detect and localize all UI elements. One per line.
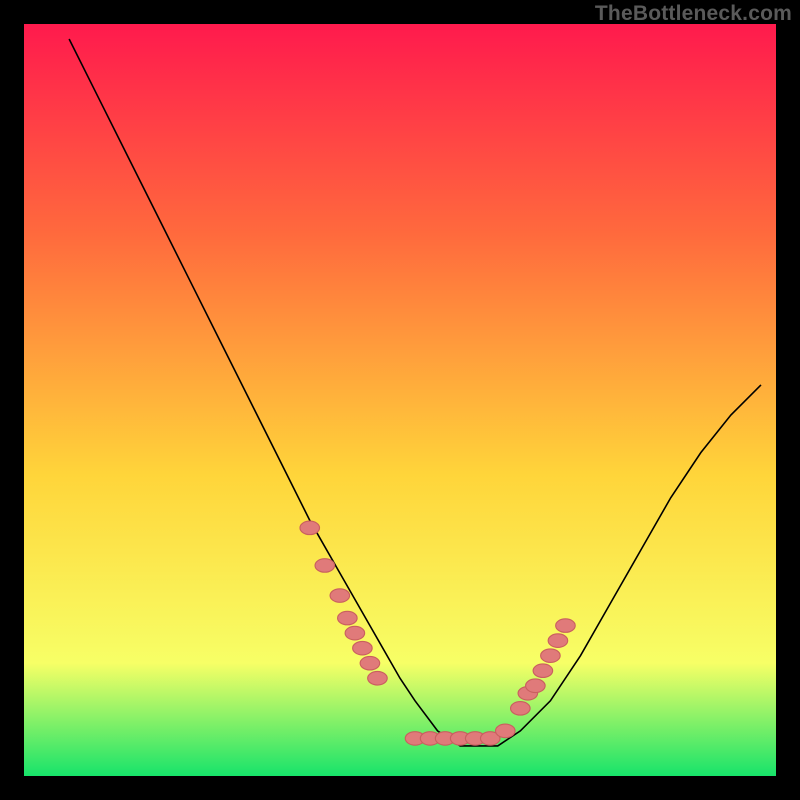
marker-left-cluster bbox=[353, 641, 373, 655]
marker-right-cluster bbox=[548, 634, 568, 648]
marker-right-cluster bbox=[511, 702, 531, 716]
marker-left-cluster bbox=[330, 589, 350, 603]
marker-right-cluster bbox=[526, 679, 546, 693]
chart-plot-area bbox=[24, 24, 776, 776]
marker-left-cluster bbox=[345, 626, 365, 640]
marker-right-cluster bbox=[556, 619, 576, 633]
chart-svg bbox=[24, 24, 776, 776]
marker-right-cluster bbox=[541, 649, 561, 663]
marker-left-cluster bbox=[338, 611, 358, 625]
marker-right-cluster bbox=[533, 664, 553, 678]
marker-floor-cluster bbox=[496, 724, 516, 738]
marker-left-cluster bbox=[315, 559, 335, 573]
marker-left-cluster bbox=[300, 521, 320, 535]
marker-left-cluster bbox=[360, 656, 380, 670]
outer-frame: TheBottleneck.com bbox=[0, 0, 800, 800]
marker-left-cluster bbox=[368, 671, 388, 685]
watermark: TheBottleneck.com bbox=[595, 2, 792, 26]
gradient-background bbox=[24, 24, 776, 776]
